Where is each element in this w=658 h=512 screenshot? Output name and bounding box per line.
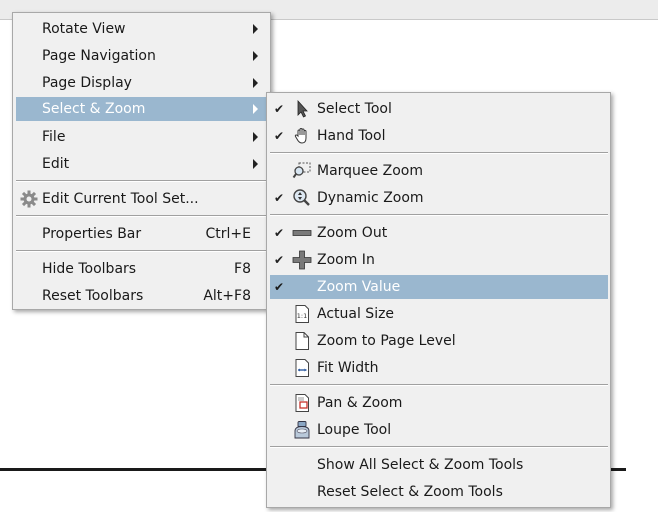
submenu-arrow-icon — [253, 104, 258, 114]
check-icon: ✔ — [274, 253, 285, 267]
menu-item-fit-width[interactable]: Fit Width — [270, 356, 608, 380]
menu-item-label: Select Tool — [317, 101, 392, 117]
submenu-arrow-icon — [253, 132, 258, 142]
menu-separator — [270, 214, 608, 216]
marquee-zoom-icon — [292, 161, 312, 181]
minus-icon — [292, 223, 312, 243]
gear-icon — [19, 189, 39, 209]
menu-item-label: Properties Bar — [42, 226, 142, 242]
menu-item-label: File — [42, 129, 66, 145]
menu-item-reset-select-zoom-tools[interactable]: Reset Select & Zoom Tools — [270, 480, 608, 504]
menu-item-label: Pan & Zoom — [317, 395, 403, 411]
menu-item-label: Zoom to Page Level — [317, 333, 456, 349]
menu-item-label: Rotate View — [42, 21, 126, 37]
menu-item-label: Show All Select & Zoom Tools — [317, 457, 524, 473]
menu-item-rotate-view[interactable]: Rotate View — [16, 17, 267, 41]
menu-item-label: Edit Current Tool Set... — [42, 191, 199, 207]
menu-item-label: Select & Zoom — [42, 101, 146, 117]
menu-item-edit[interactable]: Edit — [16, 152, 267, 176]
fit-width-icon — [292, 358, 312, 378]
menu-item-page-display[interactable]: Page Display — [16, 71, 267, 95]
menu-item-label: Reset Select & Zoom Tools — [317, 484, 503, 500]
check-icon: ✔ — [274, 191, 285, 205]
menu-item-edit-current-tool-set[interactable]: Edit Current Tool Set... — [16, 187, 267, 211]
menu-item-label: Page Navigation — [42, 48, 156, 64]
check-icon: ✔ — [274, 226, 285, 240]
menu-item-dynamic-zoom[interactable]: ✔ Dynamic Zoom — [270, 186, 608, 210]
menu-item-label: Zoom Value — [317, 279, 401, 295]
menu-item-zoom-to-page-level[interactable]: Zoom to Page Level — [270, 329, 608, 353]
menu-item-zoom-in[interactable]: ✔ Zoom In — [270, 248, 608, 272]
menu-separator — [16, 215, 267, 217]
select-zoom-submenu: ✔ Select Tool ✔ Hand Tool Marquee Zoom ✔… — [266, 92, 611, 508]
menu-item-label: Hide Toolbars — [42, 261, 137, 277]
menu-item-label: Page Display — [42, 75, 132, 91]
actual-size-icon: 1:1 — [292, 304, 312, 324]
menu-item-label: Reset Toolbars — [42, 288, 144, 304]
menu-item-label: Hand Tool — [317, 128, 386, 144]
submenu-arrow-icon — [253, 24, 258, 34]
submenu-arrow-icon — [253, 51, 258, 61]
menu-separator — [270, 446, 608, 448]
pan-zoom-icon — [292, 393, 312, 413]
actual-size-icon-text: 1:1 — [297, 312, 307, 320]
menu-item-shortcut: F8 — [234, 261, 251, 277]
menu-item-label: Marquee Zoom — [317, 163, 423, 179]
menu-item-zoom-out[interactable]: ✔ Zoom Out — [270, 221, 608, 245]
menu-separator — [270, 384, 608, 386]
menu-item-marquee-zoom[interactable]: Marquee Zoom — [270, 159, 608, 183]
menu-separator — [270, 152, 608, 154]
check-icon: ✔ — [274, 129, 285, 143]
page-icon — [292, 331, 312, 351]
menu-separator — [16, 250, 267, 252]
select-arrow-icon — [292, 99, 312, 119]
menu-separator — [16, 180, 267, 182]
dynamic-zoom-icon — [292, 188, 312, 208]
menu-item-select-tool[interactable]: ✔ Select Tool — [270, 97, 608, 121]
menu-item-reset-toolbars[interactable]: Reset Toolbars Alt+F8 — [16, 284, 267, 308]
menu-item-select-zoom[interactable]: Select & Zoom — [16, 97, 267, 121]
menu-item-shortcut: Alt+F8 — [203, 288, 251, 304]
submenu-arrow-icon — [253, 78, 258, 88]
hand-icon — [292, 126, 312, 146]
menu-item-hand-tool[interactable]: ✔ Hand Tool — [270, 124, 608, 148]
menu-item-page-navigation[interactable]: Page Navigation — [16, 44, 267, 68]
plus-icon — [292, 250, 312, 270]
menu-item-properties-bar[interactable]: Properties Bar Ctrl+E — [16, 222, 267, 246]
menu-item-label: Zoom Out — [317, 225, 388, 241]
menu-item-show-all-select-zoom-tools[interactable]: Show All Select & Zoom Tools — [270, 453, 608, 477]
check-icon: ✔ — [274, 280, 285, 294]
menu-item-loupe-tool[interactable]: Loupe Tool — [270, 418, 608, 442]
loupe-icon — [292, 420, 312, 440]
menu-item-label: Dynamic Zoom — [317, 190, 424, 206]
menu-item-hide-toolbars[interactable]: Hide Toolbars F8 — [16, 257, 267, 281]
menu-item-label: Fit Width — [317, 360, 379, 376]
menu-item-actual-size[interactable]: 1:1 Actual Size — [270, 302, 608, 326]
menu-item-label: Actual Size — [317, 306, 395, 322]
menu-item-zoom-value[interactable]: ✔ Zoom Value — [270, 275, 608, 299]
menu-item-pan-zoom[interactable]: Pan & Zoom — [270, 391, 608, 415]
check-icon: ✔ — [274, 102, 285, 116]
menu-item-label: Loupe Tool — [317, 422, 392, 438]
context-menu: Rotate View Page Navigation Page Display… — [12, 12, 271, 310]
menu-item-shortcut: Ctrl+E — [205, 226, 252, 242]
menu-item-label: Zoom In — [317, 252, 375, 268]
menu-item-label: Edit — [42, 156, 70, 172]
submenu-arrow-icon — [253, 159, 258, 169]
menu-item-file[interactable]: File — [16, 125, 267, 149]
